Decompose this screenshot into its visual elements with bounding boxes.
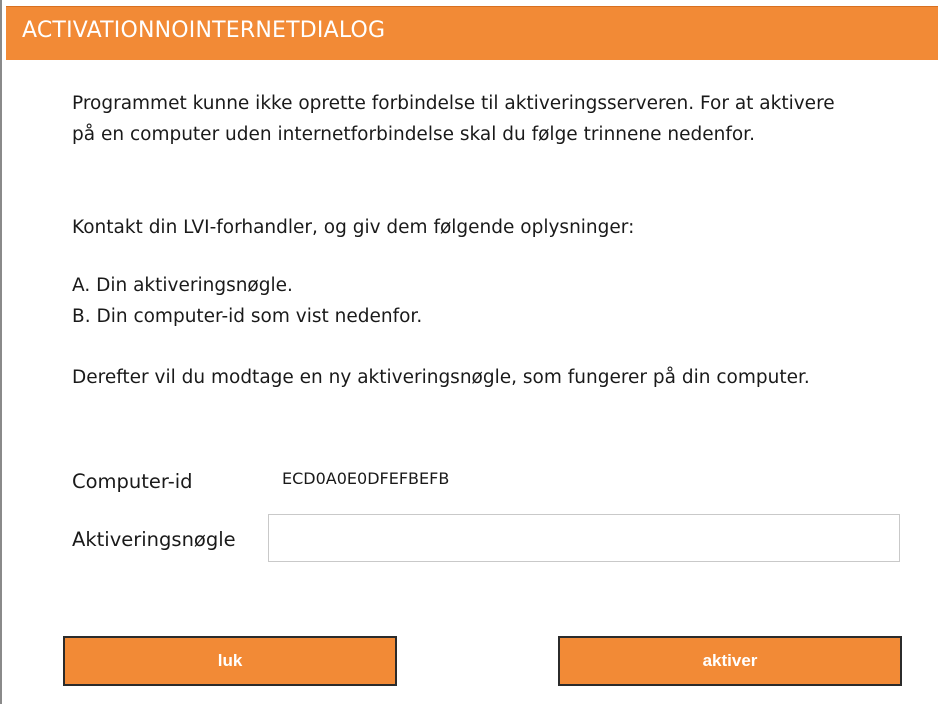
contact-text: Kontakt din LVI-forhandler, og giv dem f… xyxy=(72,217,635,238)
after-text: Derefter vil du modtage en ny aktivering… xyxy=(72,367,810,388)
intro-text: Programmet kunne ikke oprette forbindels… xyxy=(72,93,835,145)
info-item-a: A. Din aktiveringsnøgle. xyxy=(72,275,293,296)
dialog-title: ACTIVATIONNOINTERNETDIALOG xyxy=(22,18,386,43)
activate-button[interactable]: aktiver xyxy=(558,636,902,686)
activation-key-label: Aktiveringsnøgle xyxy=(72,528,236,551)
computer-id-value: ECD0A0E0DFEFBEFB xyxy=(282,469,450,488)
close-button[interactable]: luk xyxy=(63,636,397,686)
info-item-b: B. Din computer-id som vist nedenfor. xyxy=(72,306,423,327)
activation-dialog: ACTIVATIONNOINTERNETDIALOG Programmet ku… xyxy=(0,0,938,704)
dialog-titlebar: ACTIVATIONNOINTERNETDIALOG xyxy=(6,6,938,60)
activation-key-input[interactable] xyxy=(268,514,900,562)
computer-id-label: Computer-id xyxy=(72,470,193,493)
